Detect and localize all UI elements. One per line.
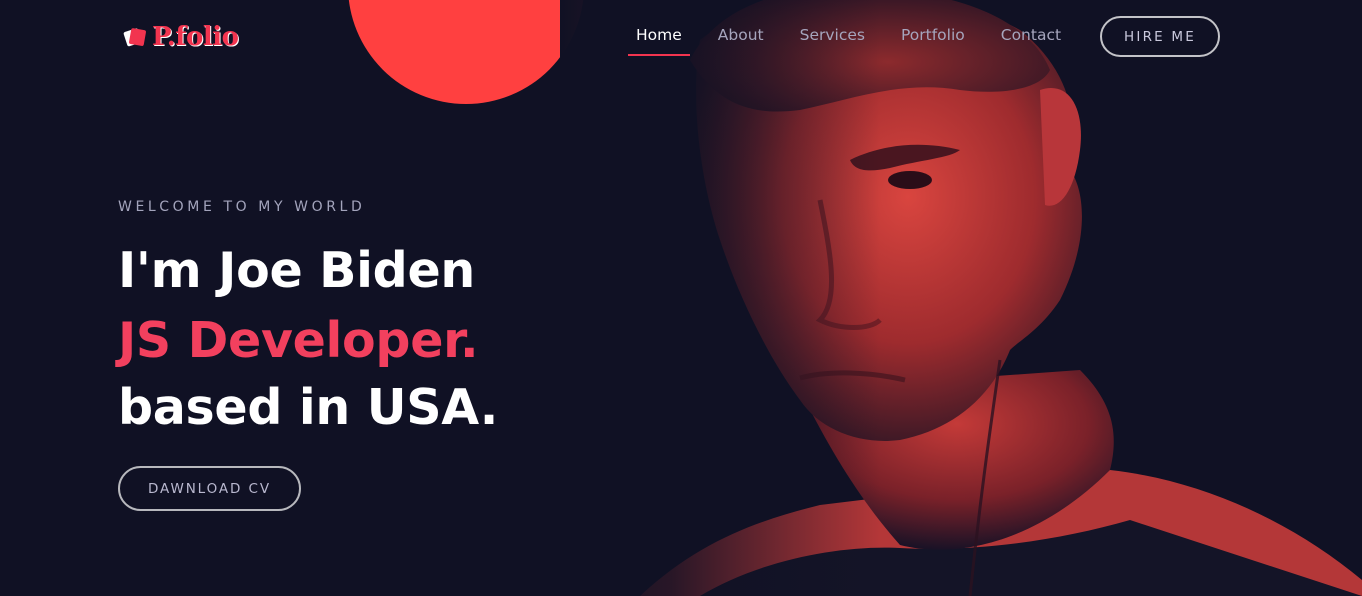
hire-me-button[interactable]: HIRE ME [1100, 16, 1220, 57]
logo-text: P.folio [152, 22, 239, 52]
main-nav: Home About Services Portfolio Contact [620, 24, 1061, 56]
headline-location: based in USA. [118, 379, 499, 436]
active-nav-underline [628, 54, 690, 56]
welcome-eyebrow: WELCOME TO MY WORLD [118, 199, 366, 215]
headline-name: I'm Joe Biden [118, 242, 475, 299]
nav-item-label: Contact [1000, 26, 1062, 44]
headline-role: JS Developer. [118, 312, 479, 369]
nav-item-label: About [717, 26, 764, 44]
nav-item-services[interactable]: Services [800, 24, 865, 56]
nav-item-label: Services [799, 26, 865, 44]
nav-item-portfolio[interactable]: Portfolio [901, 24, 965, 56]
download-cv-button[interactable]: DAWNLOAD CV [118, 466, 301, 511]
site-logo[interactable]: P.folio [122, 22, 239, 52]
hero-section: P.folio Home About Services Portfolio Co… [0, 0, 1362, 596]
nav-item-about[interactable]: About [718, 24, 764, 56]
nav-item-label: Home [636, 26, 682, 44]
nav-item-contact[interactable]: Contact [1001, 24, 1061, 56]
nav-item-label: Portfolio [900, 26, 965, 44]
nav-item-home[interactable]: Home [628, 24, 690, 56]
red-circle-decoration [348, 0, 584, 104]
tilted-rectangle-logo-icon [122, 24, 148, 50]
